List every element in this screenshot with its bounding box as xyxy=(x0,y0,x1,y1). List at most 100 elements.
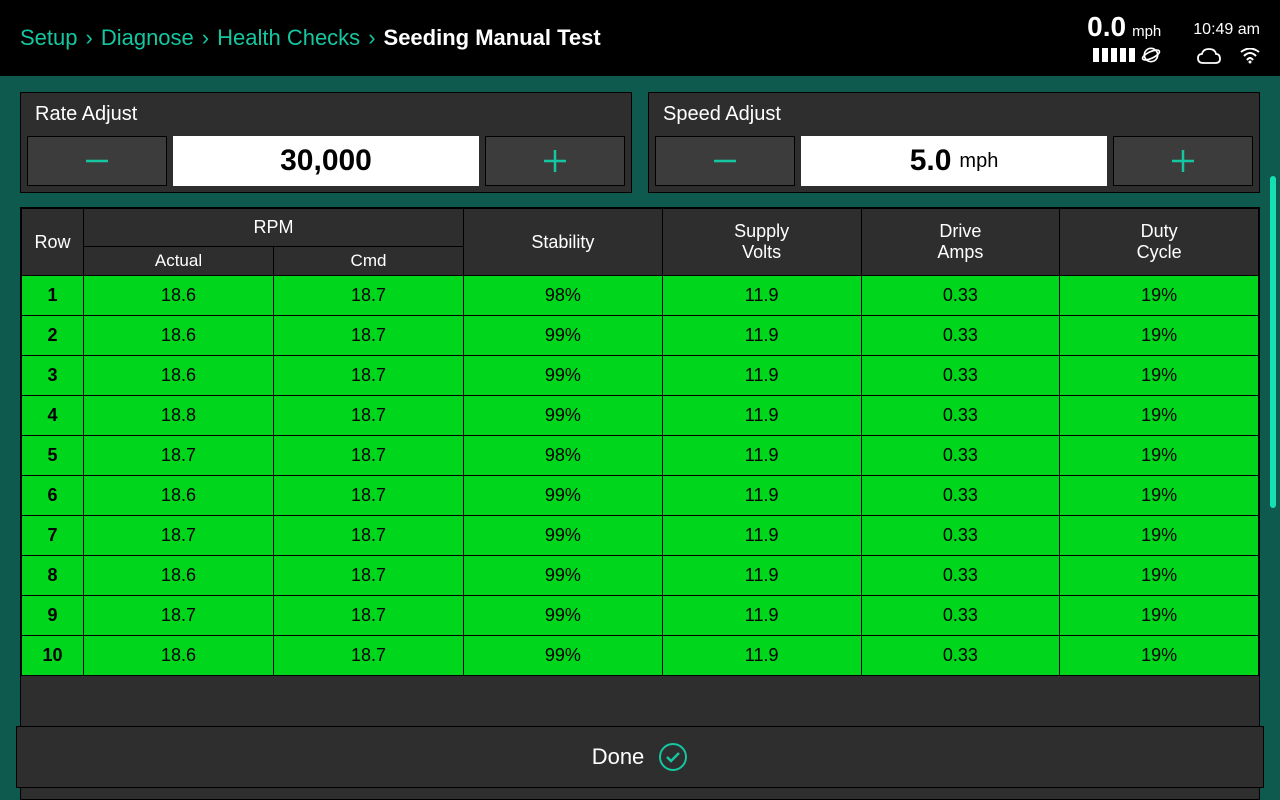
cell-drive-amps: 0.33 xyxy=(861,596,1060,636)
cell-rpm-cmd: 18.7 xyxy=(274,556,464,596)
speed-increase-button[interactable] xyxy=(1113,136,1253,186)
col-header-stability: Stability xyxy=(464,209,663,276)
time-block: 10:49 am xyxy=(1193,21,1260,65)
cell-duty-cycle: 19% xyxy=(1060,396,1259,436)
vehicle-speed-value: 0.0 xyxy=(1087,11,1126,43)
cell-rpm-cmd: 18.7 xyxy=(274,436,464,476)
cell-supply-volts: 11.9 xyxy=(662,516,861,556)
cell-drive-amps: 0.33 xyxy=(861,556,1060,596)
table-row: 318.618.799%11.90.3319% xyxy=(22,356,1259,396)
cell-rpm-cmd: 18.7 xyxy=(274,636,464,676)
cell-drive-amps: 0.33 xyxy=(861,476,1060,516)
speed-value: 5.0 xyxy=(910,144,952,178)
done-label: Done xyxy=(592,744,645,770)
minus-icon xyxy=(80,144,114,178)
cell-rpm-cmd: 18.7 xyxy=(274,356,464,396)
minus-icon xyxy=(708,144,742,178)
cell-duty-cycle: 19% xyxy=(1060,276,1259,316)
cell-rpm-actual: 18.6 xyxy=(84,276,274,316)
col-header-row: Row xyxy=(22,209,84,276)
cell-rpm-actual: 18.7 xyxy=(84,516,274,556)
cell-drive-amps: 0.33 xyxy=(861,396,1060,436)
plus-icon xyxy=(1166,144,1200,178)
results-table: Row RPM Stability SupplyVolts DriveAmps … xyxy=(21,208,1259,676)
speed-decrease-button[interactable] xyxy=(655,136,795,186)
col-header-drive-amps: DriveAmps xyxy=(861,209,1060,276)
cell-rpm-actual: 18.6 xyxy=(84,556,274,596)
cell-stability: 99% xyxy=(464,596,663,636)
table-row: 1018.618.799%11.90.3319% xyxy=(22,636,1259,676)
speed-value-unit: mph xyxy=(959,150,998,173)
satellite-icon xyxy=(1141,45,1161,65)
breadcrumb-health-checks[interactable]: Health Checks xyxy=(217,25,360,51)
cell-stability: 98% xyxy=(464,276,663,316)
col-header-rpm-actual: Actual xyxy=(84,247,274,276)
table-row: 818.618.799%11.90.3319% xyxy=(22,556,1259,596)
cell-rpm-cmd: 18.7 xyxy=(274,516,464,556)
signal-bars-icon xyxy=(1093,48,1135,62)
cell-drive-amps: 0.33 xyxy=(861,636,1060,676)
cell-rpm-cmd: 18.7 xyxy=(274,276,464,316)
cell-rpm-actual: 18.6 xyxy=(84,636,274,676)
vehicle-speed-block: 0.0 mph xyxy=(1087,11,1161,65)
wifi-icon xyxy=(1240,48,1260,64)
rate-decrease-button[interactable] xyxy=(27,136,167,186)
col-header-duty-cycle: DutyCycle xyxy=(1060,209,1259,276)
scrollbar[interactable] xyxy=(1270,176,1276,780)
content-area: Rate Adjust 30,000 Speed Adjust xyxy=(0,76,1280,800)
done-button[interactable]: Done xyxy=(16,726,1264,788)
vehicle-speed-unit: mph xyxy=(1132,23,1161,40)
plus-icon xyxy=(538,144,572,178)
breadcrumb-diagnose[interactable]: Diagnose xyxy=(101,25,194,51)
cell-duty-cycle: 19% xyxy=(1060,356,1259,396)
cell-drive-amps: 0.33 xyxy=(861,436,1060,476)
rate-adjust-panel: Rate Adjust 30,000 xyxy=(20,92,632,193)
scrollbar-thumb[interactable] xyxy=(1270,176,1276,508)
chevron-right-icon: › xyxy=(368,25,375,51)
check-circle-icon xyxy=(658,742,688,772)
rate-increase-button[interactable] xyxy=(485,136,625,186)
cell-duty-cycle: 19% xyxy=(1060,556,1259,596)
top-bar: Setup › Diagnose › Health Checks › Seedi… xyxy=(0,0,1280,76)
cell-duty-cycle: 19% xyxy=(1060,636,1259,676)
cell-rpm-cmd: 18.7 xyxy=(274,316,464,356)
rate-value-field[interactable]: 30,000 xyxy=(173,136,479,186)
cell-stability: 99% xyxy=(464,556,663,596)
cell-stability: 99% xyxy=(464,356,663,396)
cell-row: 10 xyxy=(22,636,84,676)
cell-stability: 99% xyxy=(464,316,663,356)
cloud-icon xyxy=(1196,47,1222,65)
cell-stability: 98% xyxy=(464,436,663,476)
cell-rpm-actual: 18.6 xyxy=(84,316,274,356)
results-table-wrap: Row RPM Stability SupplyVolts DriveAmps … xyxy=(20,207,1260,800)
chevron-right-icon: › xyxy=(86,25,93,51)
cell-stability: 99% xyxy=(464,396,663,436)
cell-supply-volts: 11.9 xyxy=(662,636,861,676)
cell-duty-cycle: 19% xyxy=(1060,316,1259,356)
cell-supply-volts: 11.9 xyxy=(662,476,861,516)
table-row: 218.618.799%11.90.3319% xyxy=(22,316,1259,356)
cell-drive-amps: 0.33 xyxy=(861,356,1060,396)
cell-rpm-actual: 18.6 xyxy=(84,356,274,396)
breadcrumb-current: Seeding Manual Test xyxy=(384,25,601,51)
cell-row: 6 xyxy=(22,476,84,516)
cell-supply-volts: 11.9 xyxy=(662,276,861,316)
cell-rpm-cmd: 18.7 xyxy=(274,396,464,436)
speed-value-field[interactable]: 5.0 mph xyxy=(801,136,1107,186)
cell-row: 2 xyxy=(22,316,84,356)
speed-adjust-title: Speed Adjust xyxy=(649,93,1259,136)
cell-drive-amps: 0.33 xyxy=(861,516,1060,556)
cell-stability: 99% xyxy=(464,516,663,556)
cell-supply-volts: 11.9 xyxy=(662,396,861,436)
col-header-supply-volts: SupplyVolts xyxy=(662,209,861,276)
breadcrumb-setup[interactable]: Setup xyxy=(20,25,78,51)
cell-supply-volts: 11.9 xyxy=(662,356,861,396)
cell-duty-cycle: 19% xyxy=(1060,516,1259,556)
table-row: 718.718.799%11.90.3319% xyxy=(22,516,1259,556)
cell-duty-cycle: 19% xyxy=(1060,476,1259,516)
table-row: 618.618.799%11.90.3319% xyxy=(22,476,1259,516)
clock-text: 10:49 am xyxy=(1193,21,1260,39)
cell-row: 5 xyxy=(22,436,84,476)
adjust-row: Rate Adjust 30,000 Speed Adjust xyxy=(0,76,1280,203)
cell-row: 1 xyxy=(22,276,84,316)
